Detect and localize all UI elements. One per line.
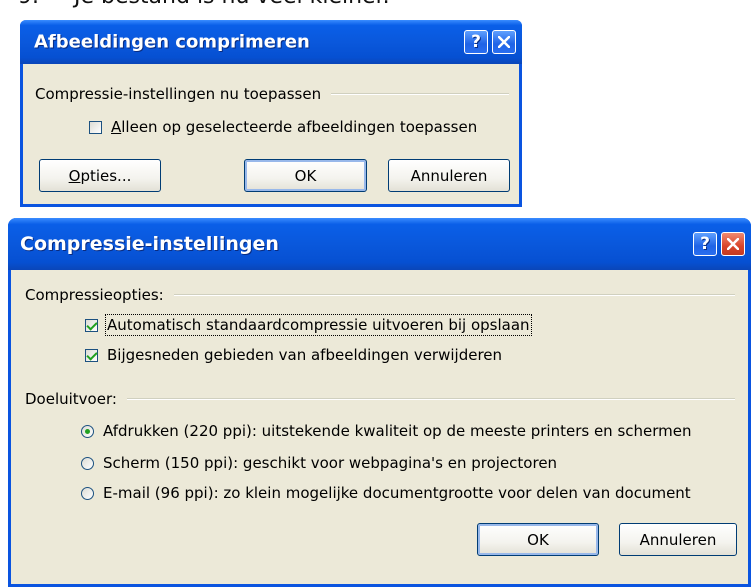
titlebar[interactable]: Afbeeldingen comprimeren ? <box>20 20 522 64</box>
dialog-title: Afbeeldingen comprimeren <box>34 31 310 53</box>
group-label: Compressie-instellingen nu toepassen <box>35 85 322 103</box>
cancel-button[interactable]: Annuleren <box>619 523 737 556</box>
print-radio-row[interactable]: Afdrukken (220 ppi): uitstekende kwalite… <box>81 422 692 440</box>
compression-options-heading: Compressieopties: <box>25 286 735 304</box>
ok-button-label: OK <box>294 166 317 185</box>
cancel-button-label: Annuleren <box>410 166 488 185</box>
delete-cropped-label: Bijgesneden gebieden van afbeeldingen ve… <box>107 346 503 364</box>
group-divider <box>126 398 735 400</box>
ok-button[interactable]: OK <box>244 159 367 192</box>
selected-only-checkbox-row[interactable]: Alleen op geselecteerde afbeeldingen toe… <box>89 118 477 136</box>
screen-radio-label: Scherm (150 ppi): geschikt voor webpagin… <box>103 454 558 472</box>
background-instruction-text: 9. Je bestand is nu veel kleiner. <box>18 0 390 9</box>
ok-button-label: OK <box>527 530 549 549</box>
cancel-button[interactable]: Annuleren <box>388 159 510 192</box>
compress-pictures-dialog: Afbeeldingen comprimeren ? Compressie-in… <box>20 20 522 207</box>
email-radio[interactable] <box>81 486 94 500</box>
group-label: Compressieopties: <box>25 286 164 304</box>
screen-radio[interactable] <box>81 456 94 470</box>
selected-only-label: Alleen op geselecteerde afbeeldingen toe… <box>111 118 478 136</box>
options-button-label: Opties... <box>68 166 132 185</box>
print-radio-label: Afdrukken (220 ppi): uitstekende kwalite… <box>103 422 692 440</box>
target-output-heading: Doeluitvoer: <box>25 390 735 408</box>
print-radio[interactable] <box>81 424 94 438</box>
cancel-button-label: Annuleren <box>639 530 717 549</box>
group-divider <box>173 294 735 296</box>
help-icon: ? <box>471 32 481 52</box>
auto-compress-checkbox-row[interactable]: Automatisch standaardcompressie uitvoere… <box>85 314 532 336</box>
compression-settings-dialog: Compressie-instellingen ? Compressieopti… <box>8 218 751 587</box>
close-icon <box>727 238 739 250</box>
group-label: Doeluitvoer: <box>25 390 117 408</box>
help-button[interactable]: ? <box>693 232 717 256</box>
close-button[interactable] <box>721 232 745 256</box>
close-icon <box>498 36 510 48</box>
screen-radio-row[interactable]: Scherm (150 ppi): geschikt voor webpagin… <box>81 454 557 472</box>
selected-only-checkbox[interactable] <box>89 120 102 134</box>
auto-compress-checkbox[interactable] <box>85 318 98 332</box>
selected-only-label-rest: lleen op geselecteerde afbeeldingen toep… <box>121 118 478 136</box>
email-radio-row[interactable]: E-mail (96 ppi): zo klein mogelijke docu… <box>81 484 691 502</box>
auto-compress-label: Automatisch standaardcompressie uitvoere… <box>105 314 532 336</box>
options-button[interactable]: Opties... <box>39 159 161 192</box>
group-divider <box>331 93 509 95</box>
apply-settings-group-heading: Compressie-instellingen nu toepassen <box>35 85 509 103</box>
delete-cropped-checkbox-row[interactable]: Bijgesneden gebieden van afbeeldingen ve… <box>85 346 502 364</box>
delete-cropped-checkbox[interactable] <box>85 348 98 362</box>
dialog-title: Compressie-instellingen <box>20 233 279 255</box>
ok-button[interactable]: OK <box>477 523 599 556</box>
titlebar[interactable]: Compressie-instellingen ? <box>8 218 751 270</box>
close-button[interactable] <box>492 30 516 54</box>
help-icon: ? <box>700 234 710 254</box>
email-radio-label: E-mail (96 ppi): zo klein mogelijke docu… <box>103 484 691 502</box>
help-button[interactable]: ? <box>464 30 488 54</box>
